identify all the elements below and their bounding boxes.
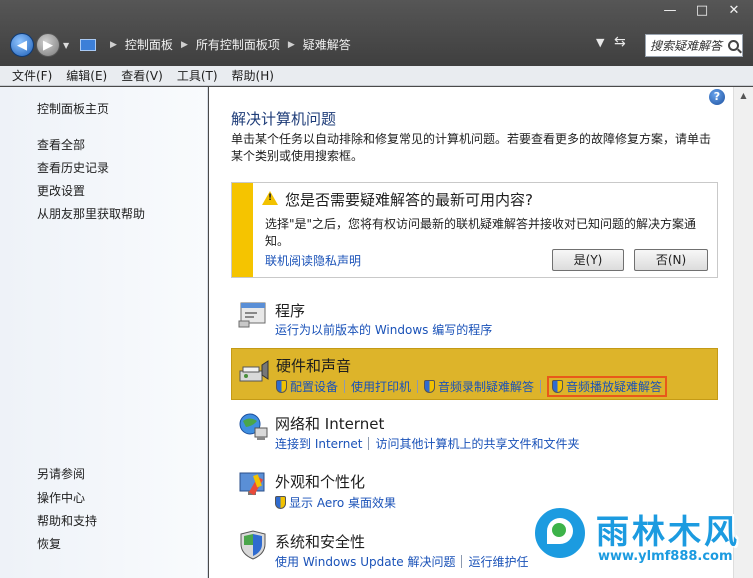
link-run-old-programs[interactable]: 运行为以前版本的 Windows 编写的程序 [275,321,492,338]
uac-shield-icon [276,380,287,393]
watermark-logo-icon [532,505,588,561]
hardware-and-sound-icon [239,360,269,382]
link-separator [368,437,370,450]
menu-tools[interactable]: 工具(T) [177,67,218,84]
uac-shield-icon [424,380,436,393]
sidebar-help-and-support[interactable]: 帮助和支持 [37,512,97,529]
network-and-internet-title[interactable]: 网络和 Internet [275,413,384,434]
network-and-internet-links: 连接到 Internet 访问其他计算机上的共享文件和文件夹 [275,435,579,452]
address-dropdown-icon[interactable]: ▼ [596,36,604,49]
system-and-security-icon [240,530,266,560]
menu-file[interactable]: 文件(F) [12,67,52,84]
warning-icon [262,191,278,205]
breadcrumb-control-panel[interactable]: 控制面板 [125,36,173,53]
link-aero-effects[interactable]: 显示 Aero 桌面效果 [275,494,396,511]
system-and-security-links: 使用 Windows Update 解决问题 运行维护任 [275,553,529,570]
notification-title: 您是否需要疑难解答的最新可用内容? [285,191,533,209]
network-and-internet-icon [239,413,268,440]
category-programs[interactable]: 程序 运行为以前版本的 Windows 编写的程序 [231,295,718,343]
uac-shield-icon [275,496,286,509]
page-description: 单击某个任务以自动排除和修复常见的计算机问题。若要查看更多的故障修复方案，请单击… [231,132,712,163]
link-audio-playback-label: 音频播放疑难解答 [566,380,663,394]
title-bar: — □ ✕ ◀ ▶ ▼ ▶ 控制面板 ▶ 所有控制面板项 ▶ 疑难解答 ▼ ⇆ [0,0,753,66]
maximize-button[interactable]: □ [689,2,715,20]
help-icon[interactable]: ? [709,89,725,105]
watermark-url: www.ylmf888.com [598,549,733,564]
search-icon[interactable] [728,40,739,51]
menu-view[interactable]: 查看(V) [121,67,163,84]
uac-shield-icon [552,380,564,393]
watermark-title: 雨林木风 [596,512,740,551]
link-shared-files[interactable]: 访问其他计算机上的共享文件和文件夹 [375,435,579,452]
programs-title[interactable]: 程序 [275,300,305,321]
hardware-and-sound-links: 配置设备 使用打印机 音频录制疑难解答 音频播放疑难解答 [276,376,668,397]
link-aero-effects-label: 显示 Aero 桌面效果 [289,496,397,510]
back-button[interactable]: ◀ [10,33,34,57]
menu-edit[interactable]: 编辑(E) [66,67,107,84]
breadcrumb-separator-icon[interactable]: ▶ [288,40,295,50]
sidebar-view-history[interactable]: 查看历史记录 [37,159,109,176]
refresh-icon[interactable]: ⇆ [614,34,626,50]
sidebar-control-panel-home[interactable]: 控制面板主页 [37,100,109,117]
navigation-buttons: ◀ ▶ ▼ [10,33,69,57]
link-use-printer[interactable]: 使用打印机 [351,378,411,395]
link-windows-update[interactable]: 使用 Windows Update 解决问题 [275,553,455,570]
watermark: 雨林木风 www.ylmf888.com [526,497,750,577]
system-and-security-title[interactable]: 系统和安全性 [275,531,365,552]
see-also-heading: 另请参阅 [37,467,86,481]
page-title: 解决计算机问题 [231,110,337,128]
minimize-button[interactable]: — [657,2,683,20]
notification-accent-bar [232,183,253,277]
category-network-and-internet[interactable]: 网络和 Internet 连接到 Internet 访问其他计算机上的共享文件和… [231,407,718,457]
appearance-and-personalization-title[interactable]: 外观和个性化 [275,471,365,492]
window-controls: — □ ✕ [657,2,747,20]
link-separator [344,380,346,393]
sidebar-change-settings[interactable]: 更改设置 [37,182,85,199]
sidebar-view-all[interactable]: 查看全部 [37,136,85,153]
link-audio-recording-label: 音频录制疑难解答 [438,380,535,394]
programs-icon [238,302,266,328]
link-run-maintenance[interactable]: 运行维护任 [468,553,528,570]
search-box[interactable] [645,34,743,57]
scroll-up-icon[interactable]: ▲ [734,87,753,104]
forward-button[interactable]: ▶ [36,33,60,57]
arrow-left-icon: ◀ [17,37,27,53]
breadcrumb-separator-icon[interactable]: ▶ [110,40,117,50]
link-audio-recording-troubleshooter[interactable]: 音频录制疑难解答 [424,378,534,395]
category-hardware-and-sound[interactable]: 硬件和声音 配置设备 使用打印机 音频录制疑难解答 音频播放疑难解答 [231,348,718,400]
sidebar-recovery[interactable]: 恢复 [37,535,61,552]
appearance-and-personalization-icon [239,472,265,496]
privacy-statement-link[interactable]: 联机阅读隐私声明 [265,252,361,269]
search-input[interactable] [650,38,728,53]
link-configure-device[interactable]: 配置设备 [276,378,338,395]
arrow-right-icon: ▶ [43,37,53,53]
link-separator [461,555,463,568]
sidebar-get-help-from-friend[interactable]: 从朋友那里获取帮助 [37,205,145,222]
menu-bar: 文件(F) 编辑(E) 查看(V) 工具(T) 帮助(H) [0,66,753,86]
link-separator [417,380,419,393]
sidebar: 控制面板主页 查看全部 查看历史记录 更改设置 从朋友那里获取帮助 另请参阅 操… [0,87,208,578]
breadcrumb-troubleshooting[interactable]: 疑难解答 [303,36,351,53]
programs-links: 运行为以前版本的 Windows 编写的程序 [275,321,492,338]
sidebar-action-center[interactable]: 操作中心 [37,489,85,506]
link-audio-playback-troubleshooter[interactable]: 音频播放疑难解答 [547,376,668,397]
close-button[interactable]: ✕ [721,2,747,20]
hardware-and-sound-title[interactable]: 硬件和声音 [276,355,351,376]
breadcrumb-separator-icon[interactable]: ▶ [181,40,188,50]
update-notification: 您是否需要疑难解答的最新可用内容? 选择"是"之后，您将有权访问最新的联机疑难解… [231,182,718,278]
breadcrumb-all-items[interactable]: 所有控制面板项 [196,36,280,53]
control-panel-icon [80,38,96,51]
appearance-and-personalization-links: 显示 Aero 桌面效果 [275,494,396,511]
link-configure-device-label: 配置设备 [290,380,339,394]
yes-button[interactable]: 是(Y) [552,249,624,271]
notification-body: 选择"是"之后，您将有权访问最新的联机疑难解答并接收对已知问题的解决方案通知。 [265,217,697,248]
link-separator [540,380,542,393]
no-button[interactable]: 否(N) [634,249,708,271]
recent-pages-dropdown-icon[interactable]: ▼ [63,41,69,50]
breadcrumb: ▶ 控制面板 ▶ 所有控制面板项 ▶ 疑难解答 [80,36,351,53]
link-connect-to-internet[interactable]: 连接到 Internet [275,435,362,452]
menu-help[interactable]: 帮助(H) [232,67,274,84]
